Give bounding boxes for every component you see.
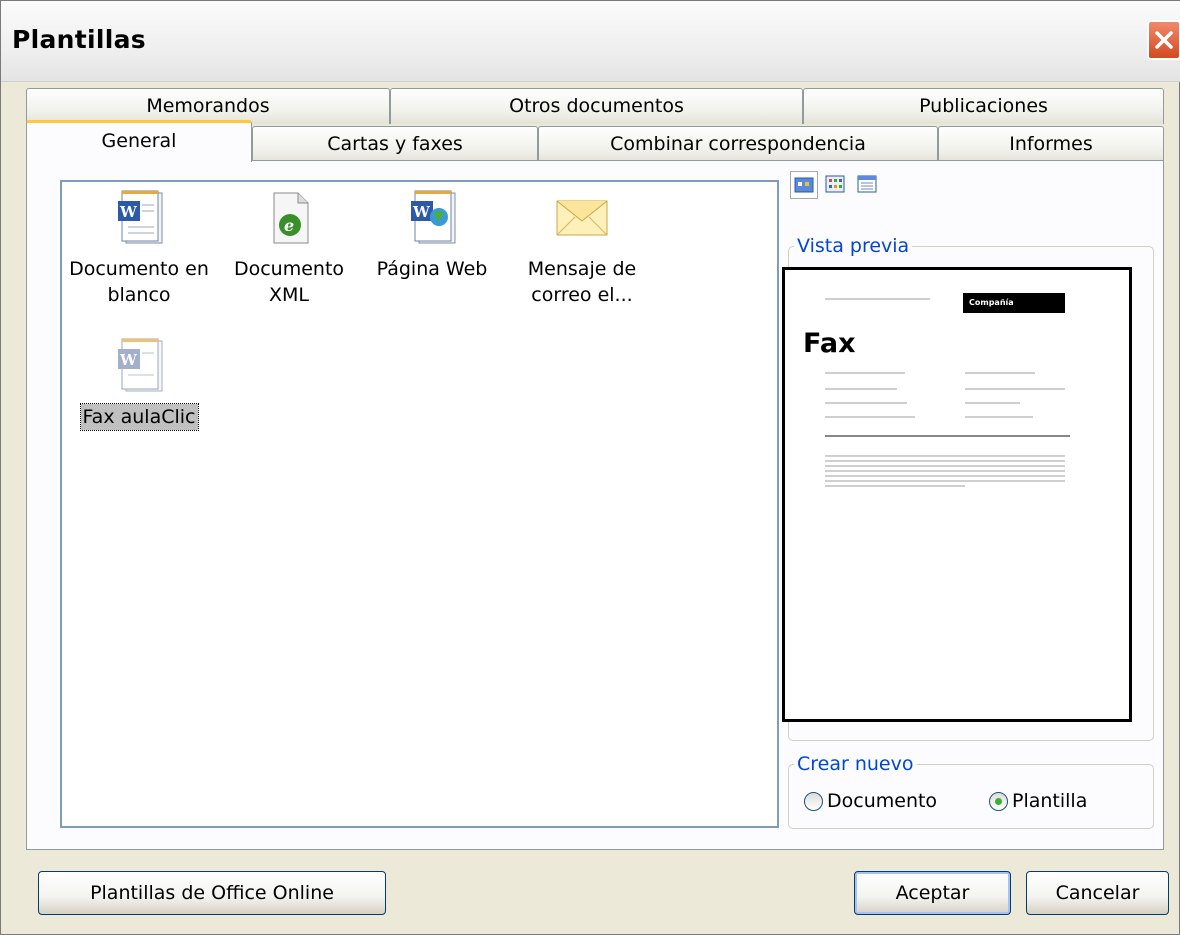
template-list[interactable]: W Documento en blanco e Documento XML W … (60, 180, 779, 828)
template-item[interactable]: W Página Web (367, 187, 497, 282)
create-new-legend: Crear nuevo (797, 753, 914, 775)
office-online-templates-button[interactable]: Plantillas de Office Online (38, 871, 386, 915)
preview-text-line (825, 480, 1065, 482)
large-icons-view-icon (794, 177, 814, 193)
template-item[interactable]: W Documento en blanco (64, 187, 214, 308)
template-label: Documento XML (233, 258, 345, 306)
details-view-button[interactable] (854, 171, 882, 199)
radio-circle (804, 791, 823, 811)
template-item-selected[interactable]: W Fax aulaClic (64, 335, 214, 431)
preview-text-line (825, 455, 1065, 457)
word-template-icon: W (118, 338, 163, 392)
tab-cartas-y-faxes[interactable]: Cartas y faxes (252, 126, 538, 162)
list-view-button[interactable] (822, 171, 850, 199)
preview-text-line (825, 372, 905, 374)
radio-plantilla[interactable]: Plantilla (989, 790, 1087, 812)
preview-legend: Vista previa (797, 235, 910, 257)
cancel-button[interactable]: Cancelar (1026, 871, 1169, 915)
template-item[interactable]: e Documento XML (224, 187, 354, 308)
preview-text-line (825, 388, 897, 390)
preview-text-line (825, 475, 1065, 477)
preview-text-line (825, 470, 1065, 472)
radio-documento[interactable]: Documento (804, 790, 937, 812)
template-label: Fax aulaClic (79, 403, 199, 431)
details-view-icon (857, 175, 877, 193)
tab-publicaciones[interactable]: Publicaciones (803, 88, 1164, 124)
ok-button[interactable]: Aceptar (854, 871, 1011, 915)
word-document-icon: W (118, 190, 163, 244)
preview-checkbox-row (825, 435, 1070, 437)
email-envelope-icon (556, 200, 608, 236)
tab-memorandos[interactable]: Memorandos (26, 88, 390, 124)
title-bar[interactable]: Plantillas (1, 1, 1180, 82)
svg-text:e: e (284, 216, 294, 235)
radio-label: Plantilla (1012, 790, 1088, 812)
svg-text:W: W (119, 203, 138, 221)
radio-circle-selected (989, 791, 1008, 811)
template-label: Página Web (376, 258, 488, 280)
preview-company-box: Compañía (963, 293, 1065, 313)
close-icon (1155, 31, 1173, 49)
preview-text-line (965, 388, 1065, 390)
preview-text-line (825, 460, 1065, 462)
tab-informes[interactable]: Informes (938, 126, 1164, 162)
svg-text:W: W (119, 351, 138, 369)
list-view-icon (825, 175, 845, 193)
preview-text-line (965, 372, 1035, 374)
templates-dialog: Plantillas Memorandos Otros documentos P… (0, 0, 1180, 935)
radio-label: Documento (827, 790, 938, 812)
tab-general[interactable]: General (26, 120, 252, 162)
preview-heading: Fax (803, 328, 856, 359)
dialog-title: Plantillas (12, 25, 146, 54)
web-page-icon: W (411, 190, 456, 244)
preview-text-line (965, 402, 1020, 404)
close-button[interactable] (1147, 20, 1180, 60)
preview-text-line (825, 416, 915, 418)
tab-combinar-correspondencia[interactable]: Combinar correspondencia (538, 126, 938, 162)
template-preview: Compañía Fax (782, 267, 1132, 722)
preview-text-line (965, 416, 1033, 418)
preview-text-line (825, 485, 965, 487)
preview-text-line (825, 465, 1065, 467)
template-label: Mensaje de correo el... (527, 258, 637, 306)
svg-text:W: W (412, 203, 431, 221)
preview-text-line (825, 402, 907, 404)
xml-document-icon: e (273, 192, 309, 244)
preview-text-line (825, 298, 930, 300)
template-item[interactable]: Mensaje de correo el... (517, 187, 647, 308)
large-icons-view-button[interactable] (790, 171, 818, 199)
template-label: Documento en blanco (69, 258, 209, 306)
tab-otros-documentos[interactable]: Otros documentos (390, 88, 803, 124)
